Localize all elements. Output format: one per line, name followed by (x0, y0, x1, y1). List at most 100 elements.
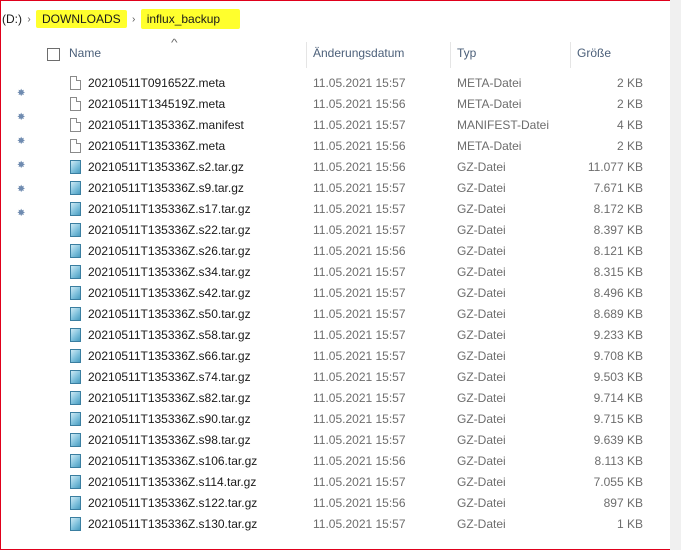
breadcrumb-drive[interactable]: (D:) (2, 12, 22, 26)
archive-file-icon (70, 370, 81, 384)
pin-icon[interactable]: ✸ (17, 160, 27, 172)
file-type: META-Datei (457, 76, 522, 90)
file-date: 11.05.2021 15:57 (313, 328, 406, 342)
archive-file-icon (70, 349, 81, 363)
column-divider[interactable] (570, 42, 571, 68)
file-row[interactable]: 20210511T135336Z.s74.tar.gz 11.05.2021 15… (64, 367, 664, 388)
document-file-icon (70, 97, 81, 111)
file-date: 11.05.2021 15:56 (313, 454, 406, 468)
file-row[interactable]: 20210511T135336Z.s34.tar.gz 11.05.2021 15… (64, 262, 664, 283)
file-row[interactable]: 20210511T135336Z.s106.tar.gz 11.05.2021 1… (64, 451, 664, 472)
column-header-size[interactable]: Größe (577, 46, 611, 64)
breadcrumb: (D:) › DOWNLOADS › influx_backup (0, 8, 670, 30)
archive-file-icon (70, 160, 81, 174)
file-date: 11.05.2021 15:57 (313, 517, 406, 531)
file-row[interactable]: 20210511T135336Z.s17.tar.gz 11.05.2021 15… (64, 199, 664, 220)
pin-icon[interactable]: ✸ (17, 88, 27, 100)
file-row[interactable]: 20210511T135336Z.s22.tar.gz 11.05.2021 15… (64, 220, 664, 241)
pin-icon[interactable]: ✸ (17, 112, 27, 124)
file-row[interactable]: 20210511T135336Z.s122.tar.gz 11.05.2021 1… (64, 493, 664, 514)
pin-icon[interactable]: ✸ (17, 208, 27, 220)
archive-file-icon (70, 412, 81, 426)
file-row[interactable]: 20210511T135336Z.meta 11.05.2021 15:56 MET… (64, 136, 664, 157)
file-row[interactable]: 20210511T134519Z.meta 11.05.2021 15:56 MET… (64, 94, 664, 115)
file-row[interactable]: 20210511T135336Z.s50.tar.gz 11.05.2021 15… (64, 304, 664, 325)
file-type: GZ-Datei (457, 454, 506, 468)
file-name: 20210511T135336Z.s50.tar.gz (88, 307, 251, 321)
file-name: 20210511T135336Z.s58.tar.gz (88, 328, 251, 342)
file-type: GZ-Datei (457, 307, 506, 321)
file-name: 20210511T134519Z.meta (88, 97, 226, 111)
file-row[interactable]: 20210511T135336Z.s42.tar.gz 11.05.2021 15… (64, 283, 664, 304)
file-row[interactable]: 20210511T091652Z.meta 11.05.2021 15:57 MET… (64, 73, 664, 94)
file-date: 11.05.2021 15:56 (313, 139, 406, 153)
archive-file-icon (70, 265, 81, 279)
file-date: 11.05.2021 15:57 (313, 307, 406, 321)
file-type: GZ-Datei (457, 160, 506, 174)
file-size: 2 KB (616, 139, 643, 153)
file-row[interactable]: 20210511T135336Z.s98.tar.gz 11.05.2021 15… (64, 430, 664, 451)
select-all-checkbox[interactable] (47, 48, 60, 61)
file-date: 11.05.2021 15:57 (313, 433, 406, 447)
file-type: GZ-Datei (457, 412, 506, 426)
file-row[interactable]: 20210511T135336Z.s66.tar.gz 11.05.2021 15… (64, 346, 664, 367)
file-date: 11.05.2021 15:56 (313, 496, 406, 510)
file-row[interactable]: 20210511T135336Z.s114.tar.gz 11.05.2021 1… (64, 472, 664, 493)
file-size: 8.315 KB (593, 265, 643, 279)
file-type: GZ-Datei (457, 391, 506, 405)
file-name: 20210511T135336Z.s98.tar.gz (88, 433, 251, 447)
file-type: GZ-Datei (457, 181, 506, 195)
scrollbar-track[interactable] (670, 0, 681, 550)
file-size: 7.671 KB (593, 181, 643, 195)
file-row[interactable]: 20210511T135336Z.manifest 11.05.2021 15:5… (64, 115, 664, 136)
archive-file-icon (70, 517, 81, 531)
file-type: GZ-Datei (457, 370, 506, 384)
archive-file-icon (70, 202, 81, 216)
file-type: GZ-Datei (457, 328, 506, 342)
file-type: GZ-Datei (457, 244, 506, 258)
file-size: 9.708 KB (593, 349, 643, 363)
file-date: 11.05.2021 15:57 (313, 286, 406, 300)
file-row[interactable]: 20210511T135336Z.s90.tar.gz 11.05.2021 15… (64, 409, 664, 430)
file-size: 1 KB (616, 517, 643, 531)
column-header-date[interactable]: Änderungsdatum (313, 46, 404, 64)
pin-icon[interactable]: ✸ (17, 184, 27, 196)
column-divider[interactable] (450, 42, 451, 68)
file-type: GZ-Datei (457, 433, 506, 447)
pin-icon[interactable]: ✸ (17, 136, 27, 148)
file-date: 11.05.2021 15:57 (313, 181, 406, 195)
file-row[interactable]: 20210511T135336Z.s26.tar.gz 11.05.2021 15… (64, 241, 664, 262)
file-name: 20210511T135336Z.s114.tar.gz (88, 475, 257, 489)
file-size: 2 KB (616, 97, 643, 111)
file-name: 20210511T135336Z.s34.tar.gz (88, 265, 251, 279)
file-name: 20210511T091652Z.meta (88, 76, 226, 90)
column-header-name[interactable]: Name (69, 46, 101, 64)
breadcrumb-influx-backup[interactable]: influx_backup (140, 9, 241, 29)
file-type: MANIFEST-Datei (457, 118, 550, 132)
archive-file-icon (70, 244, 81, 258)
file-type: GZ-Datei (457, 349, 506, 363)
file-row[interactable]: 20210511T135336Z.s82.tar.gz 11.05.2021 15… (64, 388, 664, 409)
file-date: 11.05.2021 15:57 (313, 265, 406, 279)
breadcrumb-downloads[interactable]: DOWNLOADS (36, 10, 127, 28)
file-size: 11.077 KB (587, 160, 643, 174)
file-row[interactable]: 20210511T135336Z.s2.tar.gz 11.05.2021 15:… (64, 157, 664, 178)
file-row[interactable]: 20210511T135336Z.s9.tar.gz 11.05.2021 15:… (64, 178, 664, 199)
file-size: 8.121 KB (593, 244, 643, 258)
file-row[interactable]: 20210511T135336Z.s130.tar.gz 11.05.2021 1… (64, 514, 664, 535)
chevron-right-icon[interactable]: › (22, 14, 36, 25)
chevron-right-icon[interactable]: › (127, 14, 141, 25)
file-name: 20210511T135336Z.s82.tar.gz (88, 391, 251, 405)
file-name: 20210511T135336Z.s122.tar.gz (88, 496, 258, 510)
archive-file-icon (70, 454, 81, 468)
file-date: 11.05.2021 15:57 (313, 223, 406, 237)
document-file-icon (70, 139, 81, 153)
archive-file-icon (70, 496, 81, 510)
column-header-type[interactable]: Typ (457, 46, 476, 64)
file-size: 8.172 KB (593, 202, 643, 216)
file-size: 7.055 KB (593, 475, 643, 489)
file-type: GZ-Datei (457, 265, 506, 279)
column-divider[interactable] (306, 42, 307, 68)
file-row[interactable]: 20210511T135336Z.s58.tar.gz 11.05.2021 15… (64, 325, 664, 346)
file-size: 9.233 KB (593, 328, 643, 342)
